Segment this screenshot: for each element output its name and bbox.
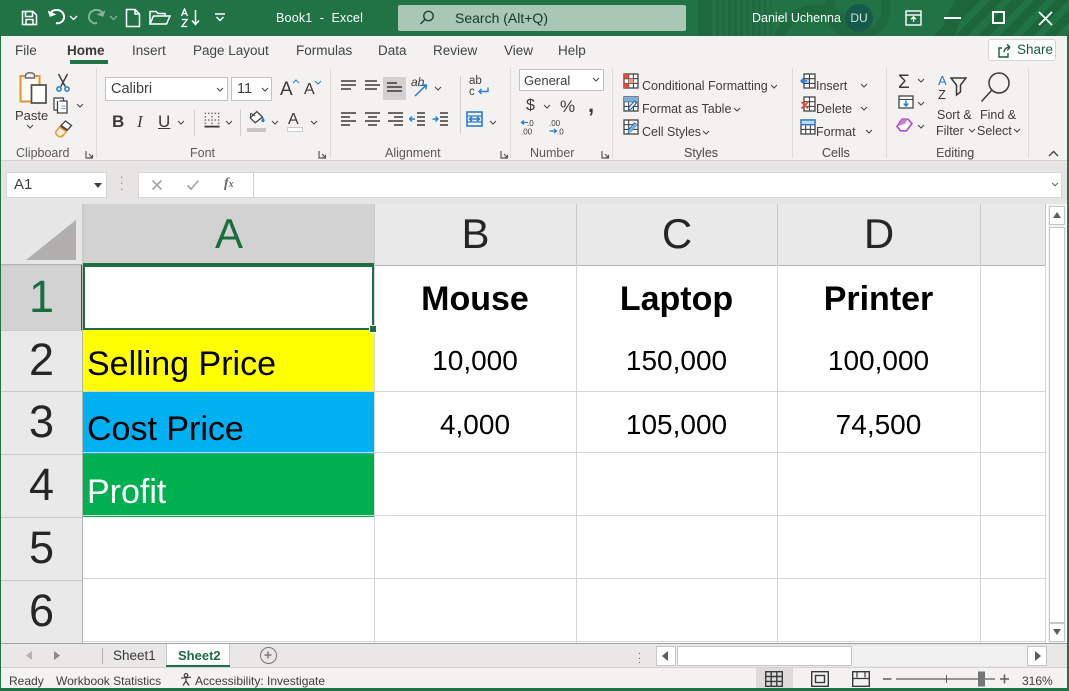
svg-text:.00: .00 bbox=[521, 128, 533, 136]
svg-text:.0: .0 bbox=[557, 128, 564, 136]
